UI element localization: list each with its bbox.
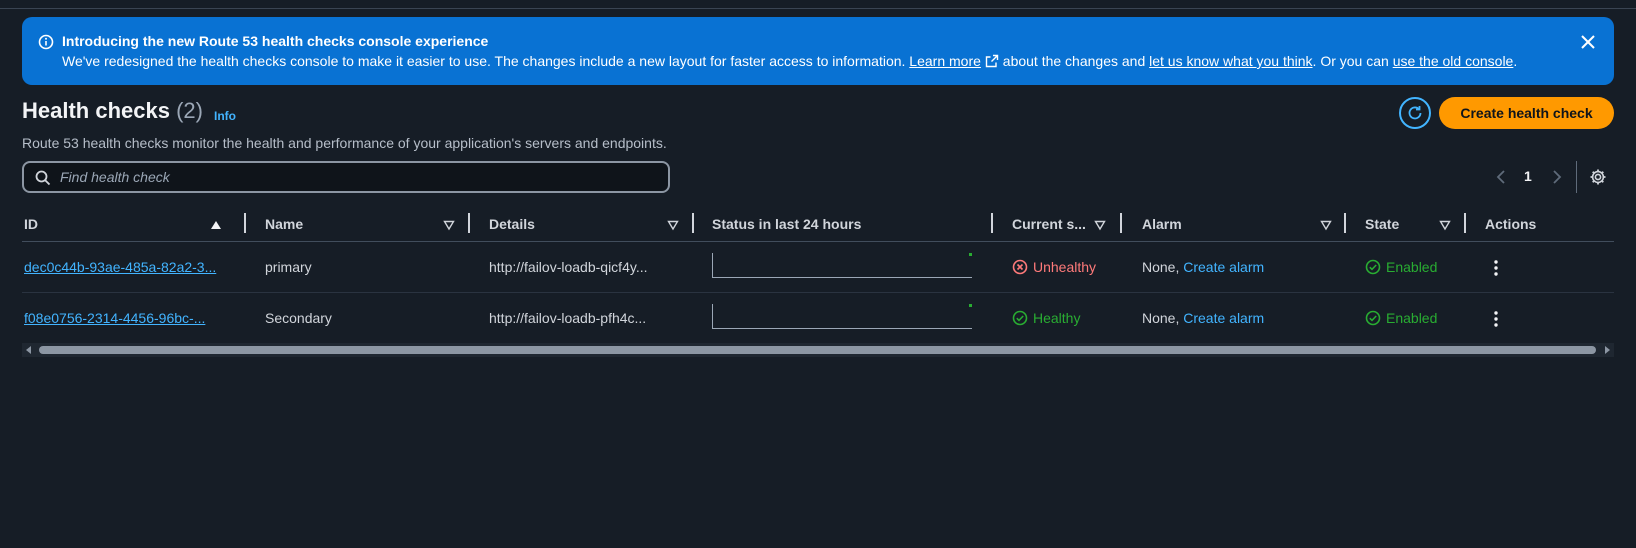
info-link[interactable]: Info [214, 109, 236, 123]
column-header-status-24h[interactable]: Status in last 24 hours [712, 216, 861, 232]
sort-icon[interactable] [1320, 219, 1332, 231]
column-resizer[interactable] [244, 213, 246, 233]
health-check-name: Secondary [265, 310, 332, 326]
refresh-button[interactable] [1399, 97, 1431, 129]
alarm-cell: None, Create alarm [1142, 259, 1264, 275]
state-text: Enabled [1386, 259, 1438, 275]
sort-icon[interactable] [1094, 219, 1106, 231]
page-number[interactable]: 1 [1524, 168, 1532, 184]
column-resizer[interactable] [1120, 213, 1122, 233]
scroll-left-icon[interactable] [24, 345, 34, 355]
column-resizer[interactable] [692, 213, 694, 233]
column-resizer[interactable] [1344, 213, 1346, 233]
table-row: dec0c44b-93ae-485a-82a2-3... primary htt… [22, 242, 1614, 293]
learn-more-link[interactable]: Learn more [909, 53, 981, 69]
chevron-right-icon[interactable] [1550, 168, 1564, 186]
close-icon[interactable] [1578, 32, 1598, 52]
scrollbar-thumb[interactable] [39, 346, 1596, 354]
sort-icon[interactable] [1439, 219, 1451, 231]
banner-text-part: . [1513, 53, 1518, 69]
create-alarm-link[interactable]: Create alarm [1183, 310, 1264, 326]
sparkline-point [969, 253, 972, 256]
health-check-name: primary [265, 259, 312, 275]
banner-title: Introducing the new Route 53 health chec… [62, 33, 489, 49]
table-header: ID Name Details Status in last 24 hours … [22, 210, 1614, 242]
column-header-current-status[interactable]: Current s... [1012, 216, 1086, 232]
sort-ascending-icon[interactable] [210, 219, 222, 231]
kebab-menu-icon [1494, 311, 1498, 327]
item-count: (2) [176, 98, 203, 123]
column-header-actions: Actions [1485, 216, 1537, 232]
create-health-check-button[interactable]: Create health check [1439, 97, 1614, 129]
banner-text-part: . Or you can [1312, 53, 1393, 69]
search-box[interactable] [22, 161, 670, 193]
kebab-menu-icon [1494, 260, 1498, 276]
page-title: Health checks (2) [22, 98, 203, 124]
alarm-value: None, [1142, 259, 1184, 275]
current-status: Unhealthy [1012, 259, 1096, 275]
info-icon [38, 34, 54, 50]
health-check-id-link[interactable]: dec0c44b-93ae-485a-82a2-3... [24, 259, 216, 275]
current-status-text: Healthy [1033, 310, 1081, 326]
column-resizer[interactable] [468, 213, 470, 233]
sort-icon[interactable] [443, 219, 455, 231]
check-circle-icon [1012, 310, 1028, 326]
banner-text: We've redesigned the health checks conso… [62, 53, 1517, 69]
old-console-link[interactable]: use the old console [1393, 53, 1514, 69]
status-sparkline [712, 304, 972, 329]
search-icon [35, 170, 51, 186]
external-link-icon[interactable] [985, 54, 999, 68]
health-checks-table: ID Name Details Status in last 24 hours … [22, 210, 1614, 344]
search-input[interactable] [60, 167, 660, 187]
top-divider [0, 8, 1636, 9]
state-text: Enabled [1386, 310, 1438, 326]
sort-icon[interactable] [667, 219, 679, 231]
page-title-text: Health checks [22, 98, 170, 123]
chevron-left-icon[interactable] [1494, 168, 1508, 186]
column-resizer[interactable] [1464, 213, 1466, 233]
feedback-link[interactable]: let us know what you think [1149, 53, 1312, 69]
banner-text-part: We've redesigned the health checks conso… [62, 53, 910, 69]
current-status: Healthy [1012, 310, 1080, 326]
create-alarm-link[interactable]: Create alarm [1183, 259, 1264, 275]
pager-divider [1576, 161, 1577, 193]
alarm-cell: None, Create alarm [1142, 310, 1264, 326]
status-sparkline [712, 253, 972, 278]
column-resizer[interactable] [991, 213, 993, 233]
info-banner: Introducing the new Route 53 health chec… [22, 17, 1614, 85]
error-icon [1012, 259, 1028, 275]
column-header-details[interactable]: Details [489, 216, 535, 232]
sparkline-point [969, 304, 972, 307]
state: Enabled [1365, 310, 1437, 326]
column-header-state[interactable]: State [1365, 216, 1399, 232]
refresh-icon [1408, 106, 1422, 120]
banner-text-part: about the changes and [998, 53, 1150, 69]
check-circle-icon [1365, 259, 1381, 275]
column-header-name[interactable]: Name [265, 216, 303, 232]
state: Enabled [1365, 259, 1437, 275]
gear-icon[interactable] [1589, 168, 1607, 186]
page-description: Route 53 health checks monitor the healt… [22, 135, 667, 151]
row-actions-button[interactable] [1488, 258, 1504, 278]
current-status-text: Unhealthy [1033, 259, 1097, 275]
scroll-right-icon[interactable] [1602, 345, 1612, 355]
horizontal-scrollbar[interactable] [22, 343, 1614, 357]
check-circle-icon [1365, 310, 1381, 326]
health-check-id-link[interactable]: f08e0756-2314-4456-96bc-... [24, 310, 205, 326]
alarm-value: None, [1142, 310, 1184, 326]
row-actions-button[interactable] [1488, 309, 1504, 329]
health-check-details: http://failov-loadb-qicf4y... [489, 259, 648, 275]
health-check-details: http://failov-loadb-pfh4c... [489, 310, 647, 326]
column-header-alarm[interactable]: Alarm [1142, 216, 1182, 232]
column-header-id[interactable]: ID [24, 216, 38, 232]
table-row: f08e0756-2314-4456-96bc-... Secondary ht… [22, 293, 1614, 344]
